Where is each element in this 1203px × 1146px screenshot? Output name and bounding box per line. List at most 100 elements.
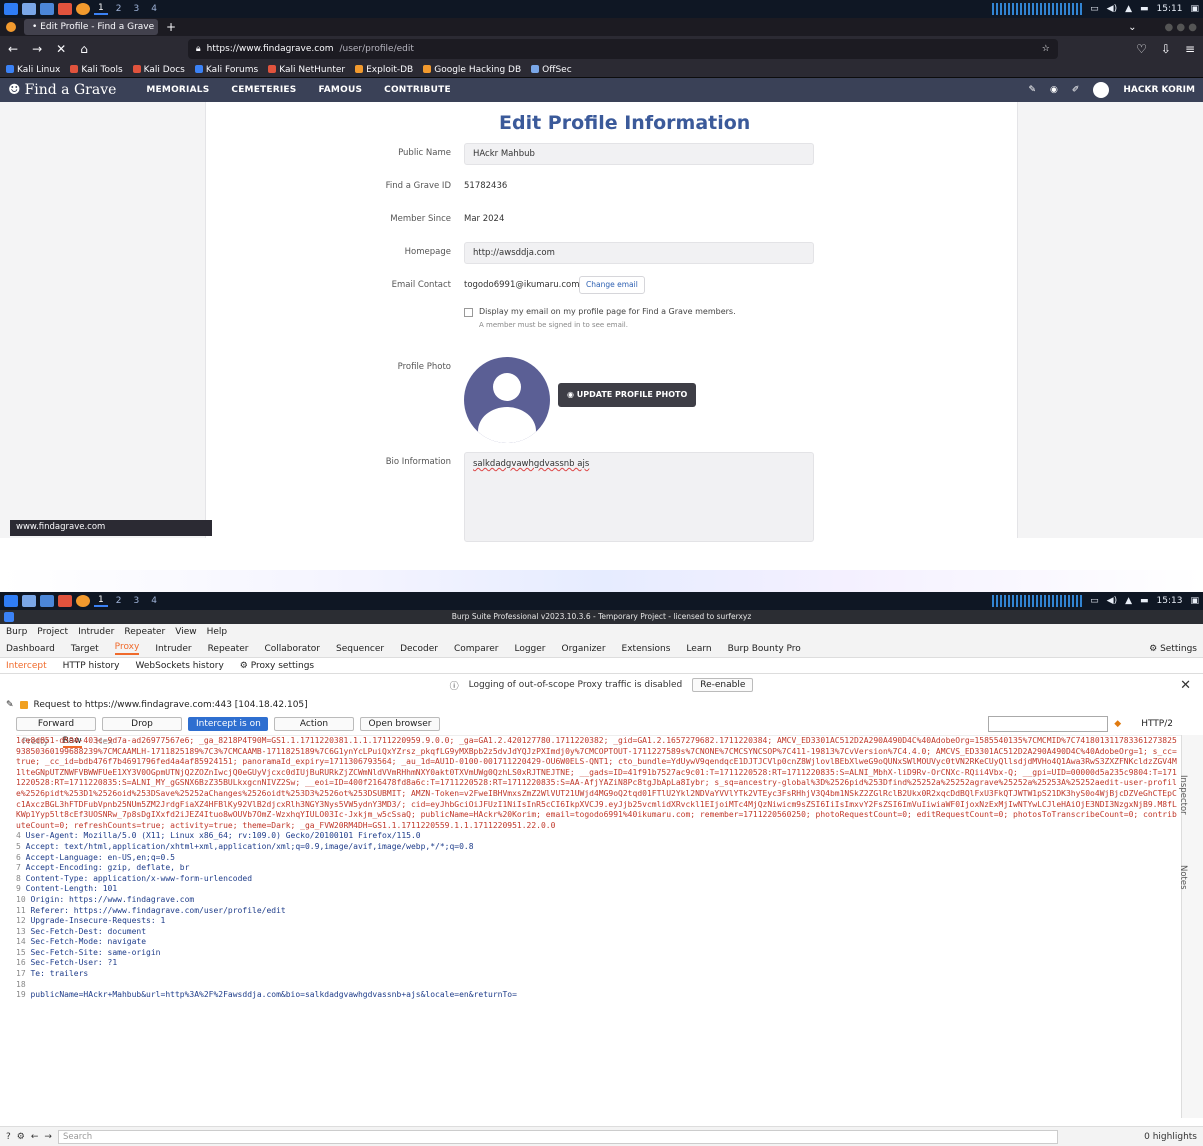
user-avatar-icon[interactable] xyxy=(1093,82,1110,98)
workspace-3[interactable]: 3 xyxy=(129,596,143,606)
menu-famous[interactable]: FAMOUS xyxy=(318,85,362,95)
help-icon[interactable]: ? xyxy=(6,1132,11,1142)
lock-icon[interactable]: ▣ xyxy=(1190,4,1199,14)
menu-burp[interactable]: Burp xyxy=(6,627,27,637)
menu-view[interactable]: View xyxy=(175,627,196,637)
bell-icon[interactable]: ▲ xyxy=(1125,4,1132,14)
bookmark-kali-docs[interactable]: Kali Docs xyxy=(132,64,185,75)
change-email-button[interactable]: Change email xyxy=(579,276,645,294)
bookmark-google-hacking-db[interactable]: Google Hacking DB xyxy=(423,64,521,75)
forward-button[interactable]: Forward xyxy=(16,717,96,731)
workspace-4[interactable]: 4 xyxy=(147,4,161,14)
menu-help[interactable]: Help xyxy=(207,627,228,637)
tab-list-icon[interactable]: ⌄ xyxy=(1128,22,1136,33)
kali-menu-icon[interactable] xyxy=(4,595,18,607)
bookmark-kali-linux[interactable]: Kali Linux xyxy=(6,64,60,75)
side-tab-inspector[interactable]: Inspector xyxy=(1178,775,1188,815)
editor-icon[interactable] xyxy=(58,595,72,607)
tab-logger[interactable]: Logger xyxy=(514,644,545,654)
http-version[interactable]: HTTP/2 xyxy=(1141,719,1173,729)
browser-tab[interactable]: • Edit Profile - Find a Grave ✕ xyxy=(24,19,158,35)
edit-icon[interactable]: ✎ xyxy=(1028,85,1036,95)
bookmark-kali-tools[interactable]: Kali Tools xyxy=(70,64,123,75)
subtab-http-history[interactable]: HTTP history xyxy=(63,661,120,671)
camera-icon[interactable]: ◉ xyxy=(1050,85,1058,95)
display-email-checkbox[interactable] xyxy=(464,308,473,317)
forward-icon[interactable]: → xyxy=(44,1132,52,1142)
firefox-view-icon[interactable] xyxy=(6,22,16,32)
menu-project[interactable]: Project xyxy=(37,627,68,637)
url-bar[interactable]: 🔒︎ https://www.findagrave.com/user/profi… xyxy=(187,39,1058,59)
extensions-icon[interactable]: ⇩ xyxy=(1161,42,1171,56)
workspace-2[interactable]: 2 xyxy=(112,4,126,14)
kali-menu-icon[interactable] xyxy=(4,3,18,15)
homepage-input[interactable]: http://awsddja.com xyxy=(464,242,814,264)
settings-button[interactable]: ⚙ Settings xyxy=(1149,644,1197,654)
pencil-icon[interactable]: ✎ xyxy=(6,700,14,710)
back-icon[interactable]: ← xyxy=(8,42,18,56)
tab-sequencer[interactable]: Sequencer xyxy=(336,644,384,654)
back-icon[interactable]: ← xyxy=(31,1132,39,1142)
subtab-proxy-settings[interactable]: ⚙ Proxy settings xyxy=(240,661,314,671)
pencil-icon[interactable]: ✐ xyxy=(1072,85,1080,95)
menu-repeater[interactable]: Repeater xyxy=(124,627,165,637)
stop-icon[interactable]: ✕ xyxy=(56,42,66,56)
bio-textarea[interactable]: salkdadgvawhgdvassnb ajs xyxy=(464,452,814,542)
comment-input[interactable] xyxy=(988,716,1109,732)
tab-burp-bounty-pro[interactable]: Burp Bounty Pro xyxy=(728,644,801,654)
menu-intruder[interactable]: Intruder xyxy=(78,627,114,637)
bookmark-star-icon[interactable]: ☆ xyxy=(1042,44,1050,54)
volume-icon[interactable]: ◀) xyxy=(1107,4,1117,14)
screen-icon[interactable]: ▭ xyxy=(1090,4,1099,14)
terminal-icon[interactable] xyxy=(22,3,36,15)
highlight-icon[interactable]: ◆ xyxy=(1114,719,1121,729)
drop-button[interactable]: Drop xyxy=(102,717,182,731)
tab-collaborator[interactable]: Collaborator xyxy=(265,644,320,654)
tab-decoder[interactable]: Decoder xyxy=(400,644,438,654)
forward-icon[interactable]: → xyxy=(32,42,42,56)
public-name-input[interactable]: HAckr Mahbub xyxy=(464,143,814,165)
tab-extensions[interactable]: Extensions xyxy=(622,644,671,654)
new-tab-icon[interactable]: + xyxy=(166,20,176,34)
menu-memorials[interactable]: MEMORIALS xyxy=(146,85,209,95)
bookmark-exploit-db[interactable]: Exploit-DB xyxy=(355,64,413,75)
files-icon[interactable] xyxy=(40,3,54,15)
subtab-intercept[interactable]: Intercept xyxy=(6,661,47,671)
search-input[interactable]: Search xyxy=(57,1129,1058,1144)
tab-comparer[interactable]: Comparer xyxy=(454,644,499,654)
open-browser-button[interactable]: Open browser xyxy=(360,717,440,731)
user-name[interactable]: HACKR KORIM xyxy=(1123,85,1195,95)
update-photo-button[interactable]: ◉ UPDATE PROFILE PHOTO xyxy=(558,383,697,407)
tab-target[interactable]: Target xyxy=(71,644,99,654)
reenable-button[interactable]: Re-enable xyxy=(692,678,754,692)
action-button[interactable]: Action xyxy=(274,717,354,731)
editor-icon[interactable] xyxy=(58,3,72,15)
menu-contribute[interactable]: CONTRIBUTE xyxy=(384,85,451,95)
tab-organizer[interactable]: Organizer xyxy=(562,644,606,654)
workspace-2[interactable]: 2 xyxy=(112,596,126,606)
findagrave-logo[interactable]: ☻ Find a Grave xyxy=(8,82,116,98)
subtab-websockets-history[interactable]: WebSockets history xyxy=(136,661,224,671)
volume-icon[interactable]: ◀) xyxy=(1107,596,1117,606)
tab-dashboard[interactable]: Dashboard xyxy=(6,644,55,654)
screen-icon[interactable]: ▭ xyxy=(1090,596,1099,606)
workspace-1[interactable]: 1 xyxy=(94,595,108,607)
tab-proxy[interactable]: Proxy xyxy=(114,642,140,655)
raw-request-editor[interactable]: 1ce8d851-d594-403c-9d7a-ad26977567e6; _g… xyxy=(16,735,1181,1118)
tab-intruder[interactable]: Intruder xyxy=(155,644,191,654)
intercept-toggle-button[interactable]: Intercept is on xyxy=(188,717,268,731)
firefox-icon[interactable] xyxy=(76,595,90,607)
bookmark-kali-nethunter[interactable]: Kali NetHunter xyxy=(268,64,345,75)
close-icon[interactable]: ✕ xyxy=(1180,678,1191,693)
pocket-icon[interactable]: ♡ xyxy=(1136,42,1147,56)
terminal-icon[interactable] xyxy=(22,595,36,607)
side-tab-notes[interactable]: Notes xyxy=(1178,865,1188,890)
workspace-1[interactable]: 1 xyxy=(94,3,108,15)
menu-cemeteries[interactable]: CEMETERIES xyxy=(231,85,296,95)
bell-icon[interactable]: ▲ xyxy=(1125,596,1132,606)
home-icon[interactable]: ⌂ xyxy=(80,42,88,56)
workspace-4[interactable]: 4 xyxy=(147,596,161,606)
workspace-3[interactable]: 3 xyxy=(129,4,143,14)
menu-icon[interactable]: ≡ xyxy=(1185,42,1195,56)
window-controls-icon[interactable]: ● ● ● xyxy=(1164,22,1197,33)
